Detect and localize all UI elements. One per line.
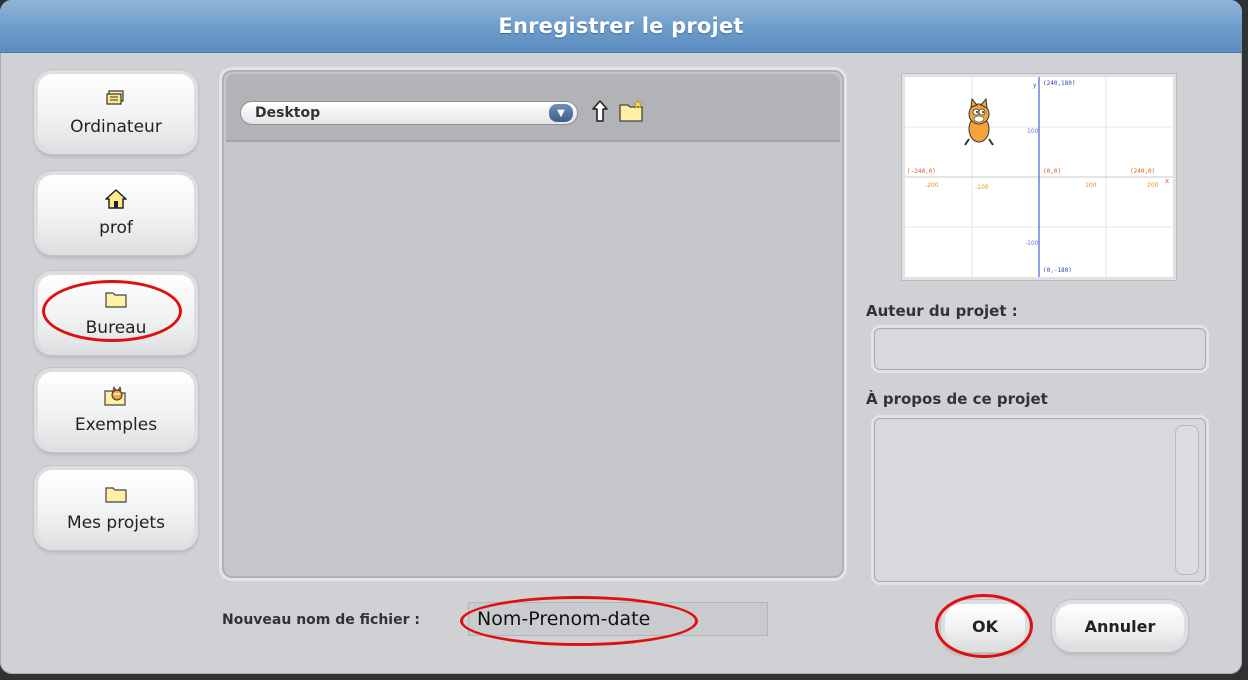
- scratch-examples-icon: [104, 385, 128, 407]
- stage-label-right: (240,0): [1130, 168, 1156, 175]
- author-label: Auteur du projet :: [866, 302, 1018, 320]
- file-browser-panel: Desktop ▼: [222, 70, 844, 578]
- location-exemples-button[interactable]: Exemples: [38, 372, 194, 448]
- location-label: Ordinateur: [70, 117, 162, 137]
- save-project-dialog: Enregistrer le projet Ordinateur prof Bu…: [0, 0, 1242, 674]
- folder-icon: [105, 288, 127, 310]
- svg-text:-200: -200: [925, 182, 939, 189]
- svg-text:100: 100: [1027, 128, 1039, 135]
- location-mes-projets-button[interactable]: Mes projets: [38, 470, 194, 546]
- ok-button-label: OK: [972, 616, 998, 636]
- ok-button[interactable]: OK: [945, 604, 1025, 648]
- location-label: Exemples: [74, 415, 158, 435]
- svg-text:x: x: [1165, 177, 1169, 185]
- cancel-button-label: Annuler: [1084, 616, 1156, 636]
- svg-text:y: y: [1033, 82, 1037, 89]
- stage-preview: -200 -100 100 200 100 -100 y x (240,180)…: [905, 77, 1173, 277]
- stage-label-center: (0,0): [1043, 168, 1062, 175]
- stage-grid-image: -200 -100 100 200 100 -100 y x: [905, 77, 1173, 277]
- svg-text:100: 100: [1085, 182, 1097, 189]
- stage-label-left: (-240,0): [907, 168, 936, 175]
- about-textarea[interactable]: [874, 418, 1206, 582]
- location-ordinateur-button[interactable]: Ordinateur: [38, 74, 194, 150]
- stage-label-bottom: (0,-180): [1043, 267, 1072, 274]
- location-label: Bureau: [85, 318, 147, 338]
- folder-dropdown[interactable]: Desktop ▼: [240, 101, 578, 125]
- folder-dropdown-value: Desktop: [255, 105, 321, 121]
- dialog-title: Enregistrer le projet: [498, 14, 744, 38]
- file-browser-header: Desktop ▼: [226, 74, 840, 142]
- svg-text:200: 200: [1147, 182, 1159, 189]
- location-bureau-button[interactable]: Bureau: [38, 275, 194, 351]
- filename-label: Nouveau nom de fichier :: [222, 612, 420, 628]
- location-label: Mes projets: [67, 513, 165, 533]
- author-input[interactable]: [874, 328, 1206, 370]
- about-label: À propos de ce projet: [866, 390, 1048, 408]
- home-icon: [105, 188, 127, 210]
- location-label: prof: [99, 218, 133, 238]
- new-folder-icon[interactable]: [618, 98, 646, 124]
- about-scrollbar[interactable]: [1175, 425, 1199, 575]
- computer-icon: [106, 87, 126, 109]
- filename-input[interactable]: [468, 602, 768, 636]
- svg-text:-100: -100: [975, 184, 989, 191]
- file-list[interactable]: [226, 142, 840, 574]
- svg-text:-100: -100: [1025, 240, 1039, 247]
- location-prof-button[interactable]: prof: [38, 175, 194, 251]
- folder-icon: [105, 483, 127, 505]
- chevron-down-icon[interactable]: ▼: [549, 104, 573, 122]
- cancel-button[interactable]: Annuler: [1056, 604, 1184, 648]
- folder-up-icon[interactable]: [590, 98, 610, 124]
- dialog-titlebar[interactable]: Enregistrer le projet: [0, 0, 1242, 53]
- stage-label-top: (240,180): [1043, 80, 1076, 87]
